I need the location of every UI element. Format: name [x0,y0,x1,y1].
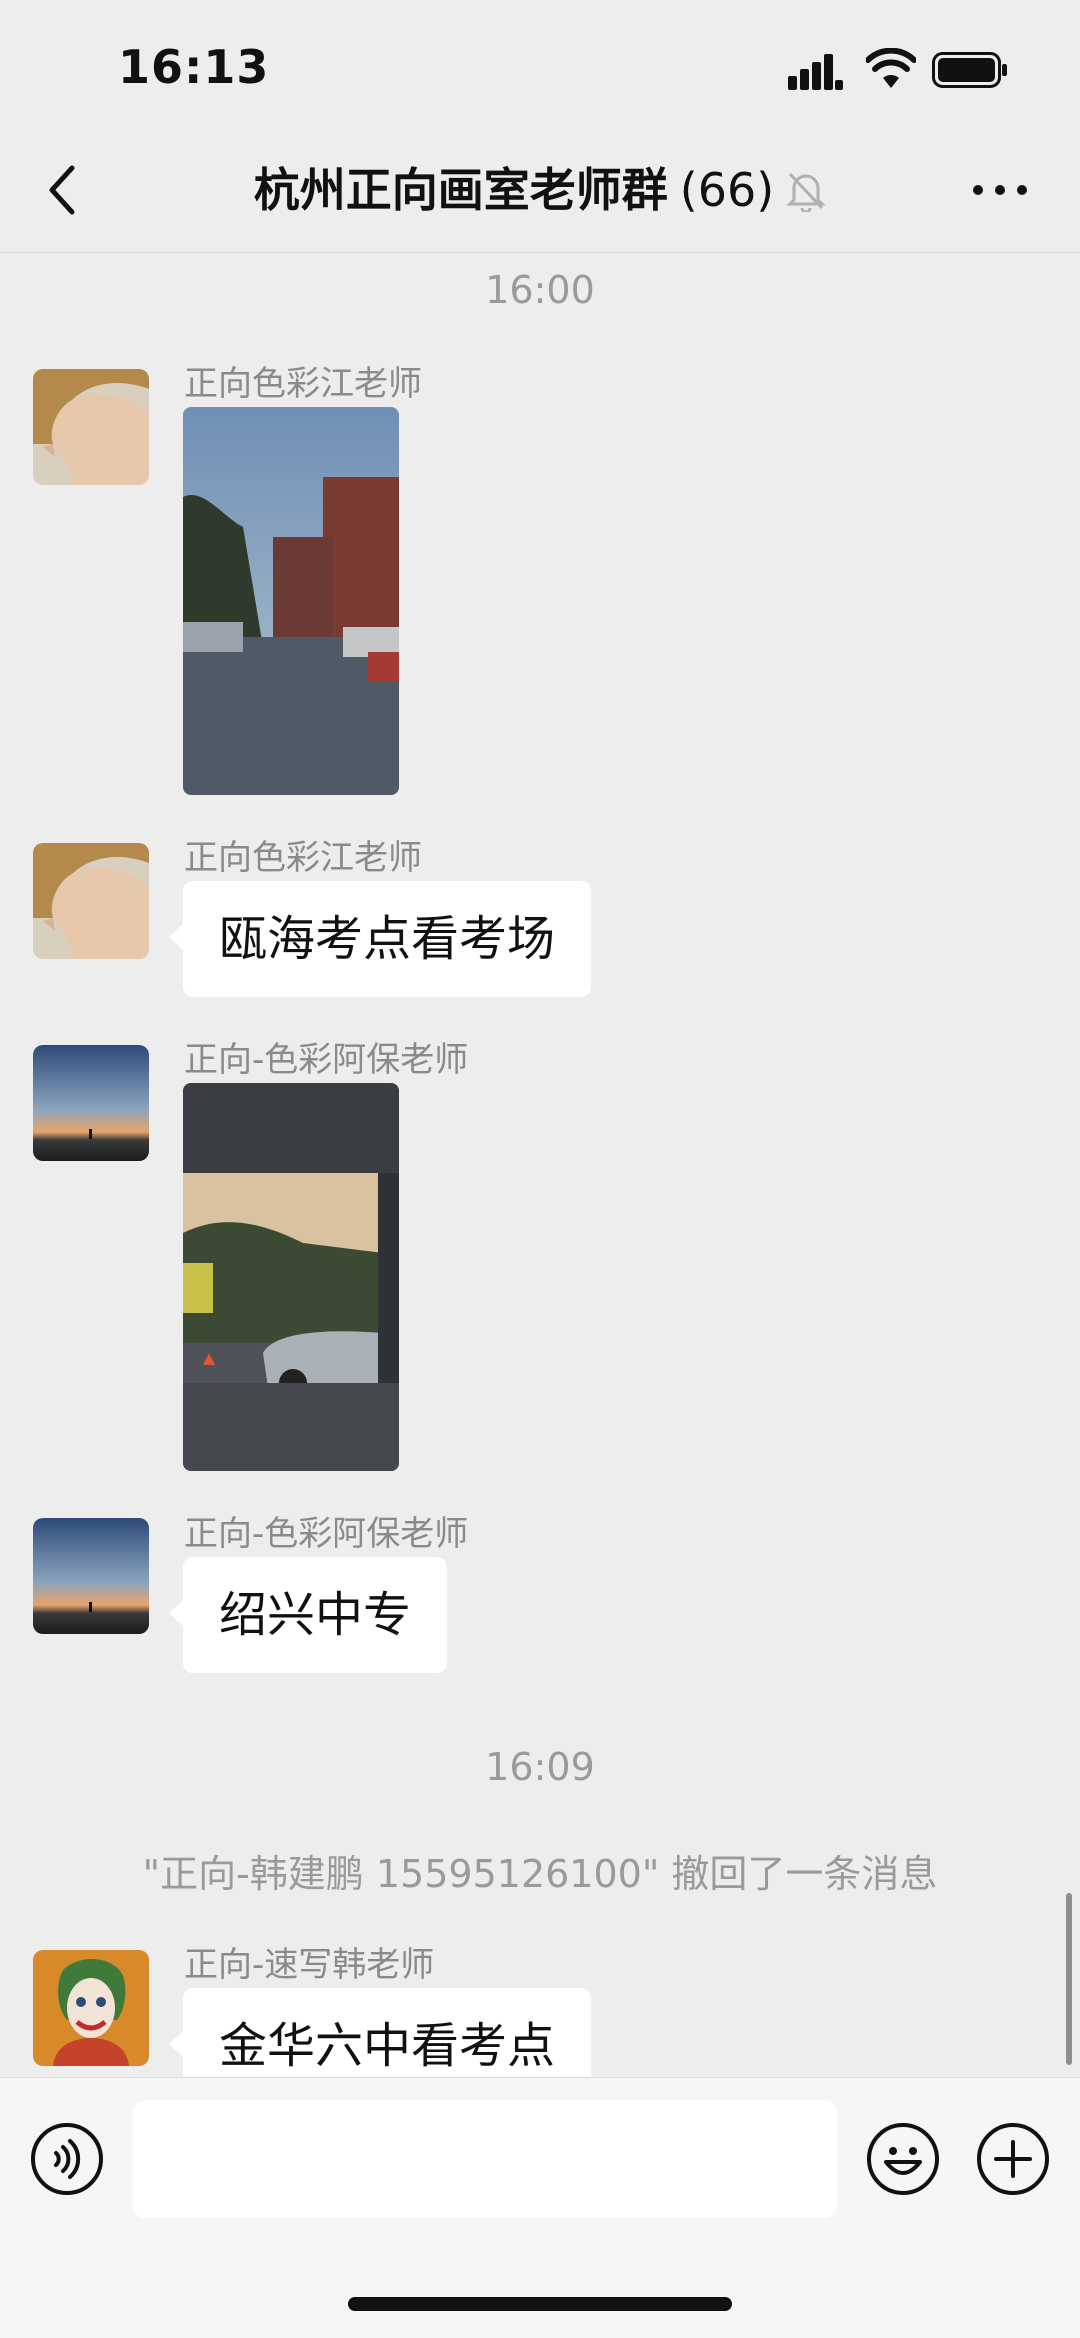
sender-name: 正向色彩江老师 [184,838,422,878]
timestamp-divider: 16:09 [485,1745,595,1789]
message-clip: 金华六中看考点 [0,1980,1080,2077]
sender-name: 正向-速写韩老师 [184,1945,435,1985]
sender-name: 正向色彩江老师 [184,364,422,404]
status-time: 16:13 [118,40,270,94]
image-message[interactable] [183,407,399,795]
more-icon[interactable] [970,180,1030,200]
emoji-icon[interactable] [866,2122,940,2196]
plus-icon[interactable] [976,2122,1050,2196]
sender-name: 正向-色彩阿保老师 [184,1040,469,1080]
voice-icon[interactable] [30,2122,104,2196]
group-name: 杭州正向画室老师群 [253,163,668,217]
member-count: (66) [679,163,775,217]
message-input[interactable] [133,2100,837,2218]
image-message[interactable] [183,1083,399,1471]
signal-icon [788,54,843,90]
scrollbar[interactable] [1066,1893,1072,2065]
sunset-avatar[interactable] [33,1518,149,1634]
sunset-avatar[interactable] [33,1045,149,1161]
sender-name: 正向-色彩阿保老师 [184,1514,469,1554]
wifi-icon [866,48,916,88]
portrait-avatar[interactable] [33,843,149,959]
recall-notice: "正向-韩建鹏 15595126100" 撤回了一条消息 [142,1852,938,1896]
mute-icon [786,172,826,212]
timestamp-divider: 16:00 [485,268,595,312]
text-bubble[interactable]: 金华六中看考点 [168,1988,592,2077]
portrait-avatar[interactable] [33,369,149,485]
battery-icon [932,52,1007,88]
text-bubble[interactable]: 瓯海考点看考场 [168,881,592,997]
text-bubble[interactable]: 绍兴中专 [168,1557,448,1673]
home-indicator[interactable] [348,2297,732,2311]
chat-title: 杭州正向画室老师群 (66) [0,160,1080,220]
